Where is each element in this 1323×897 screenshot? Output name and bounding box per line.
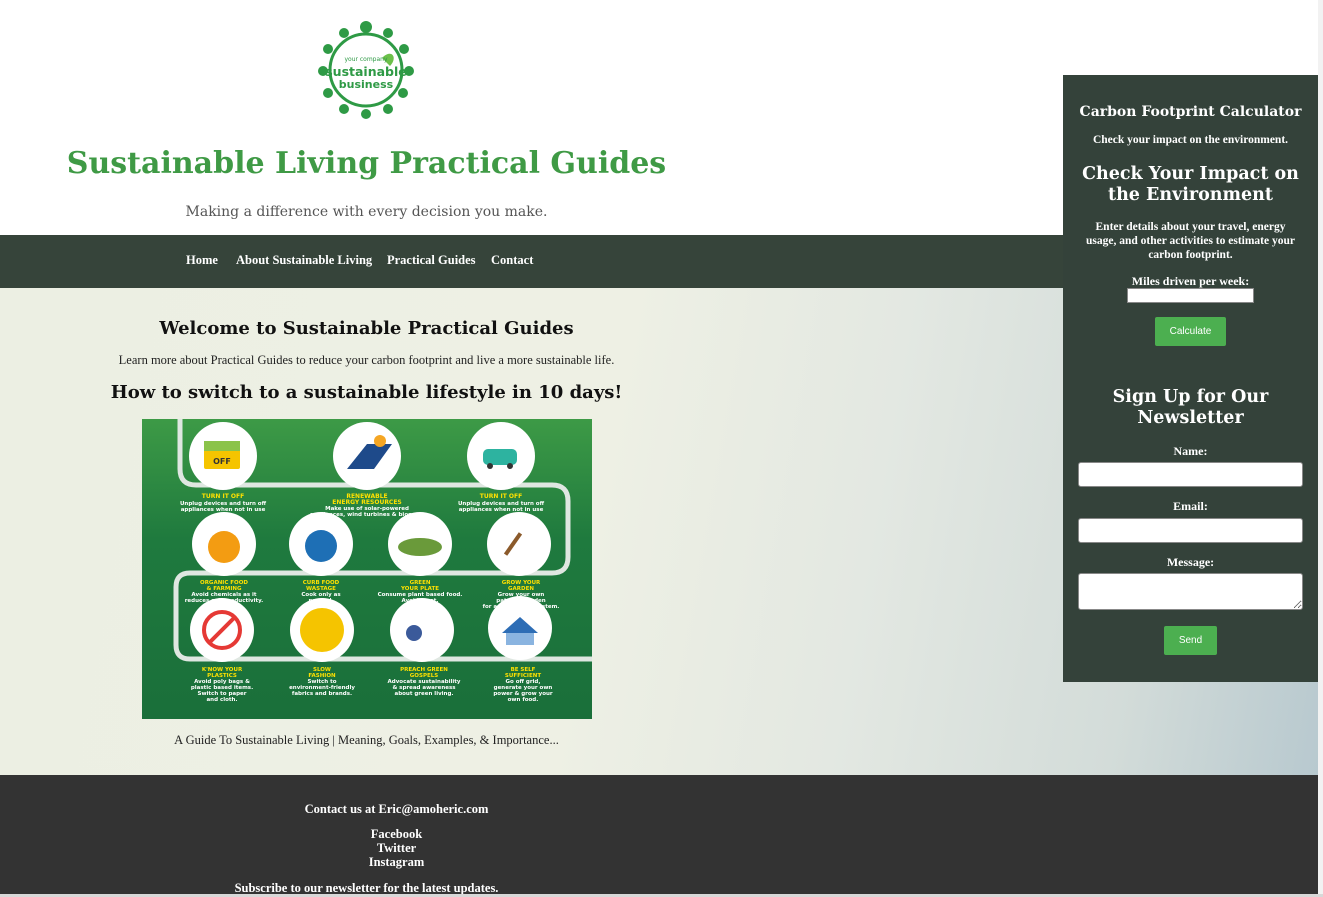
site-logo[interactable]: your company sustainable business (314, 18, 418, 122)
svg-text:your company: your company (344, 56, 388, 63)
scrollbar[interactable] (1318, 0, 1323, 897)
svg-text:TURN IT OFF: TURN IT OFF (480, 493, 522, 500)
site-footer: Contact us at Eric@amoheric.com Facebook… (0, 775, 1318, 897)
welcome-heading: Welcome to Sustainable Practical Guides (159, 318, 574, 339)
svg-text:OFF: OFF (213, 457, 231, 466)
site-tagline: Making a difference with every decision … (185, 204, 548, 220)
svg-text:ENERGY RESOURCES: ENERGY RESOURCES (332, 499, 402, 506)
nav-home[interactable]: Home (186, 253, 218, 268)
svg-text:and cloth.: and cloth. (206, 697, 237, 703)
logo-graphic: your company sustainable business (318, 21, 414, 119)
sidebar-widget: Carbon Footprint Calculator Check your i… (1063, 75, 1318, 682)
calculator-description: Enter details about your travel, energy … (1086, 221, 1295, 261)
svg-text:sustainable: sustainable (325, 64, 407, 79)
email-label: Email: (1173, 499, 1208, 513)
nav-about[interactable]: About Sustainable Living (236, 253, 372, 268)
name-label: Name: (1173, 444, 1208, 458)
name-field[interactable] (1078, 462, 1303, 487)
megaphone-icon (390, 598, 454, 662)
svg-text:business: business (339, 78, 394, 91)
page: your company sustainable business Sustai… (0, 0, 1323, 897)
miles-label: Miles driven per week: (1131, 274, 1250, 288)
message-label: Message: (1166, 555, 1215, 569)
site-title: Sustainable Living Practical Guides (66, 146, 667, 181)
svg-text:appliances when not in use: appliances when not in use (459, 507, 544, 513)
infographic-caption: A Guide To Sustainable Living | Meaning,… (174, 733, 559, 747)
sustainable-lifestyle-infographic[interactable]: OFF TURN IT OFF Unplug devices and turn … (142, 419, 592, 719)
miles-input[interactable] (1127, 288, 1254, 303)
footer-instagram-link[interactable]: Instagram (0, 855, 793, 870)
svg-text:fabrics and brands.: fabrics and brands. (292, 691, 352, 697)
howto-heading: How to switch to a sustainable lifestyle… (110, 382, 623, 403)
svg-text:about green living.: about green living. (394, 691, 453, 697)
nav-contact[interactable]: Contact (491, 253, 533, 268)
svg-text:TURN IT OFF: TURN IT OFF (202, 493, 244, 500)
footer-contact: Contact us at Eric@amoheric.com (304, 802, 489, 816)
email-field[interactable] (1078, 518, 1303, 543)
svg-text:own food.: own food. (508, 697, 539, 703)
calculate-button[interactable]: Calculate (1155, 317, 1226, 346)
message-field[interactable] (1078, 573, 1303, 610)
garden-icon (487, 512, 551, 576)
nav-practical-guides[interactable]: Practical Guides (387, 253, 476, 268)
calculator-heading: Check Your Impact on the Environment (1082, 164, 1299, 205)
calculator-subtitle: Check your impact on the environment. (1092, 134, 1289, 146)
intro-text: Learn more about Practical Guides to red… (118, 353, 615, 367)
calculator-title: Carbon Footprint Calculator (1079, 104, 1302, 120)
infographic-graphic: OFF TURN IT OFF Unplug devices and turn … (173, 419, 592, 703)
footer-twitter-link[interactable]: Twitter (0, 841, 793, 856)
send-button[interactable]: Send (1164, 626, 1217, 655)
newsletter-heading: Sign Up for Our Newsletter (1112, 387, 1269, 428)
footer-facebook-link[interactable]: Facebook (0, 827, 793, 842)
